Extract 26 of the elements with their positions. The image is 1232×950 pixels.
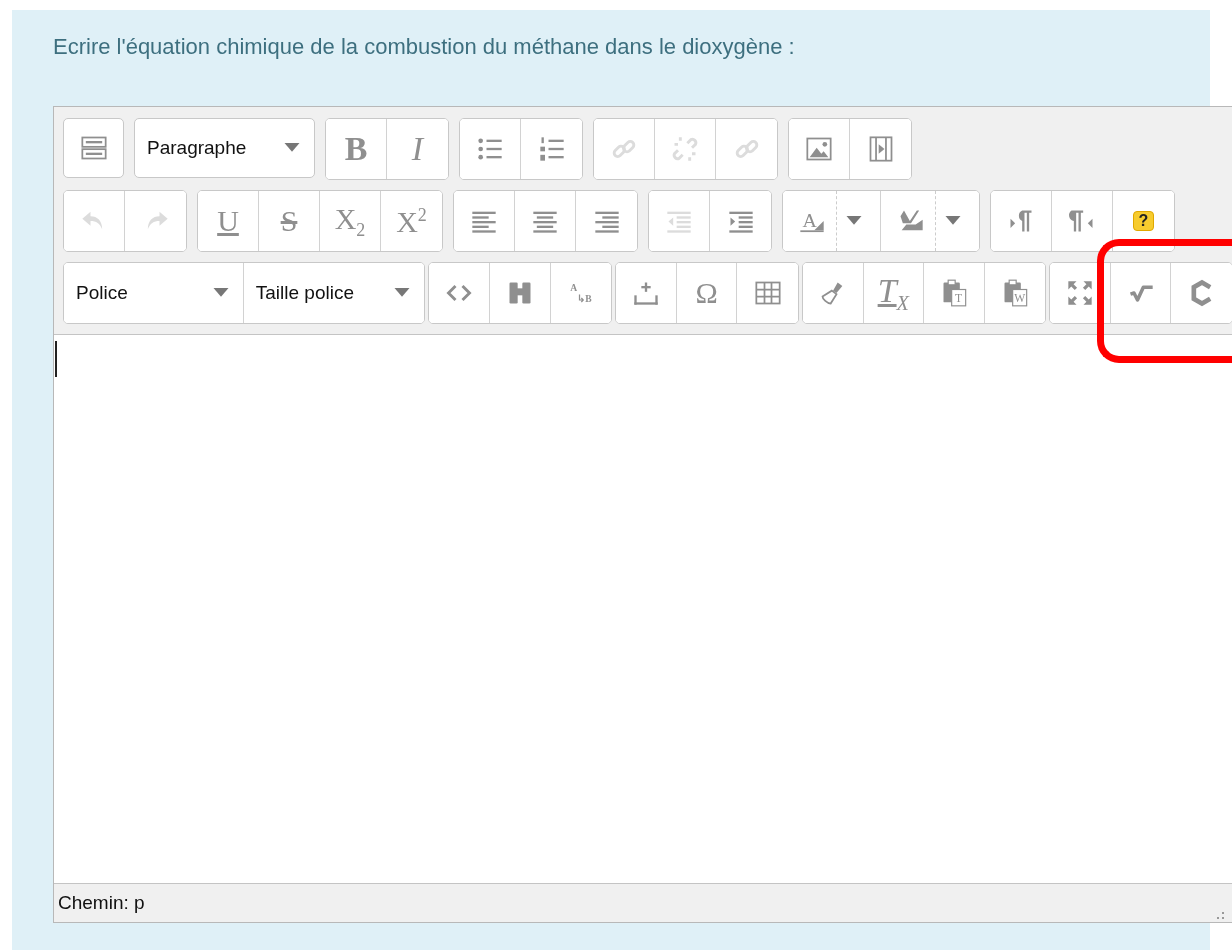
text-cursor (55, 341, 57, 378)
caret-icon (394, 288, 411, 299)
bullet-list-button[interactable] (460, 119, 521, 180)
caret-icon (944, 216, 961, 227)
bold-button[interactable]: B (326, 119, 387, 180)
question-text: Ecrire l'équation chimique de la combustion du méthane dans le dioxygène : (53, 34, 796, 61)
left-to-right-button[interactable] (991, 191, 1052, 252)
underline-button[interactable]: U (198, 191, 259, 252)
resize-handle-icon[interactable] (1217, 912, 1225, 921)
image-button[interactable] (789, 119, 850, 180)
insert-button[interactable] (616, 263, 677, 324)
numbers-icon (537, 135, 566, 164)
format-brush-button[interactable] (802, 263, 864, 324)
align-left-button[interactable] (454, 191, 515, 252)
format-dropdown[interactable]: Paragraphe (134, 118, 315, 179)
text-color-button[interactable]: A (783, 191, 881, 252)
element-path: Chemin: p (58, 892, 145, 915)
font-dropdown[interactable]: Police (64, 263, 244, 324)
unlink-icon (671, 135, 699, 164)
caret-icon (284, 143, 300, 154)
toolbar-toggle-button[interactable] (63, 118, 124, 179)
fullscreen-button[interactable] (1050, 263, 1111, 324)
fullscreen-icon (1066, 279, 1095, 308)
source-code-button[interactable] (429, 263, 491, 324)
caret-icon (212, 288, 229, 299)
caret-icon (846, 216, 862, 227)
